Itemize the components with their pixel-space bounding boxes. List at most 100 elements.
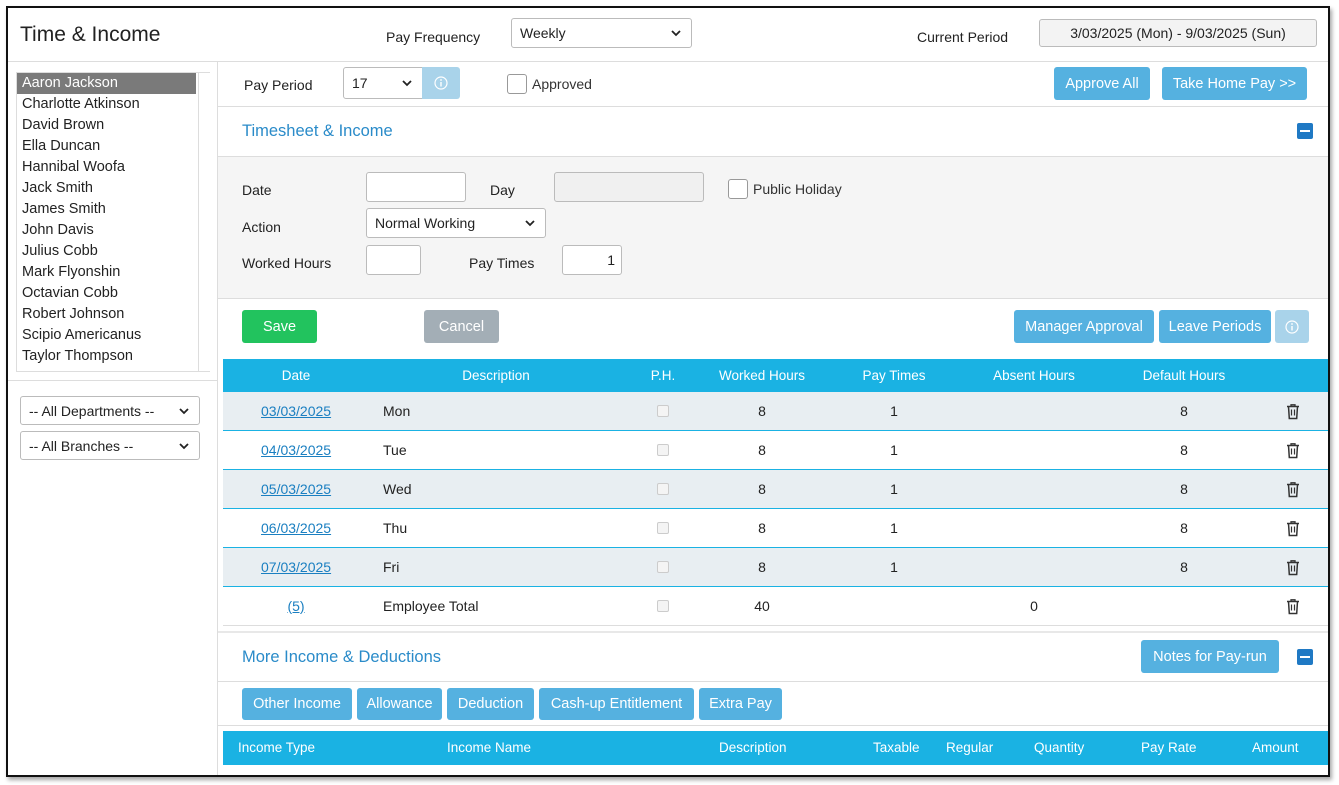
current-period-display: 3/03/2025 (Mon) - 9/03/2025 (Sun) xyxy=(1039,19,1317,47)
row-date-link[interactable]: 07/03/2025 xyxy=(261,548,331,587)
tab-extra-pay[interactable]: Extra Pay xyxy=(699,688,782,720)
employee-list-item[interactable]: Octavian Cobb xyxy=(17,283,196,304)
approved-label: Approved xyxy=(532,76,592,92)
employee-list-item[interactable]: Aaron Jackson xyxy=(17,73,196,94)
row-ph-checkbox xyxy=(657,561,669,573)
employee-list-scrollbar[interactable] xyxy=(198,73,210,371)
branch-filter-select[interactable]: -- All Branches -- xyxy=(20,431,200,460)
app-window: Time & Income Pay Frequency Weekly Curre… xyxy=(6,6,1330,777)
employee-list-item[interactable]: Julius Cobb xyxy=(17,241,196,262)
pay-times-label: Pay Times xyxy=(469,255,535,271)
row-date-link[interactable]: 03/03/2025 xyxy=(261,392,331,431)
employee-list-item[interactable]: Jack Smith xyxy=(17,178,196,199)
row-description: Fri xyxy=(383,559,400,575)
row-worked-hours: 8 xyxy=(758,520,766,536)
current-period-label: Current Period xyxy=(917,29,1009,45)
employee-list-item[interactable]: Scipio Americanus xyxy=(17,325,196,346)
timesheet-row: 06/03/2025 Thu 8 1 8 xyxy=(223,509,1328,548)
trash-icon[interactable] xyxy=(1285,559,1301,576)
day-input xyxy=(554,172,704,202)
trash-icon[interactable] xyxy=(1285,481,1301,498)
pay-period-select[interactable]: 17 xyxy=(343,67,423,99)
employee-list-item[interactable]: John Davis xyxy=(17,220,196,241)
employee-list[interactable]: Aaron Jackson Charlotte Atkinson David Bro… xyxy=(16,72,210,372)
take-home-pay-button[interactable]: Take Home Pay >> xyxy=(1162,67,1307,100)
col-date: Date xyxy=(281,368,311,383)
department-filter-value: -- All Departments -- xyxy=(29,402,155,419)
col-income-type: Income Type xyxy=(238,740,316,755)
header-divider xyxy=(8,61,1328,62)
row-pay-times: 1 xyxy=(890,481,898,497)
row-ph-checkbox xyxy=(657,444,669,456)
pay-times-input-value: 1 xyxy=(607,252,615,268)
row-pay-times: 1 xyxy=(890,559,898,575)
action-select[interactable]: Normal Working xyxy=(366,208,546,238)
row-description: Tue xyxy=(383,442,407,458)
tab-cash-up-entitlement[interactable]: Cash-up Entitlement xyxy=(539,688,694,720)
timesheet-row: 03/03/2025 Mon 8 1 8 xyxy=(223,392,1328,431)
collapse-minus-icon[interactable] xyxy=(1297,123,1313,139)
col-quantity: Quantity xyxy=(1034,740,1085,755)
chevron-down-icon xyxy=(179,442,189,449)
worked-hours-input[interactable] xyxy=(366,245,421,275)
employee-list-item[interactable]: Robert Johnson xyxy=(17,304,196,325)
branch-filter-value: -- All Branches -- xyxy=(29,437,134,454)
trash-icon[interactable] xyxy=(1285,598,1301,615)
col-income-name: Income Name xyxy=(447,740,532,755)
approve-all-button[interactable]: Approve All xyxy=(1054,67,1150,100)
row-default-hours: 8 xyxy=(1180,442,1188,458)
employee-list-item[interactable]: Charlotte Atkinson xyxy=(17,94,196,115)
approved-checkbox[interactable] xyxy=(507,74,527,94)
col-amount: Amount xyxy=(1252,740,1299,755)
info-icon xyxy=(434,76,448,90)
trash-icon[interactable] xyxy=(1285,520,1301,537)
pay-period-info-button[interactable] xyxy=(422,67,460,99)
manager-approval-button[interactable]: Manager Approval xyxy=(1014,310,1154,343)
row-date-link[interactable]: 04/03/2025 xyxy=(261,431,331,470)
row-pay-times: 1 xyxy=(890,442,898,458)
info-icon xyxy=(1285,319,1299,334)
employee-list-item[interactable]: Ella Duncan xyxy=(17,136,196,157)
grid-bottom-divider xyxy=(218,631,1328,633)
tab-other-income[interactable]: Other Income xyxy=(242,688,352,720)
trash-icon[interactable] xyxy=(1285,403,1301,420)
pay-times-input[interactable]: 1 xyxy=(562,245,622,275)
row-description: Mon xyxy=(383,403,411,419)
row-date-link[interactable]: 05/03/2025 xyxy=(261,470,331,509)
department-filter-select[interactable]: -- All Departments -- xyxy=(20,396,200,425)
row-worked-hours: 8 xyxy=(758,403,766,419)
trash-icon[interactable] xyxy=(1285,442,1301,459)
worked-hours-label: Worked Hours xyxy=(242,255,332,271)
leave-periods-button[interactable]: Leave Periods xyxy=(1159,310,1271,343)
employee-list-item[interactable]: David Brown xyxy=(17,115,196,136)
row-default-hours: 8 xyxy=(1180,559,1188,575)
action-value: Normal Working xyxy=(375,215,476,231)
timesheet-row: 07/03/2025 Fri 8 1 8 xyxy=(223,548,1328,587)
col-default-hours: Default Hours xyxy=(1142,368,1226,383)
timesheet-row: 05/03/2025 Wed 8 1 8 xyxy=(223,470,1328,509)
row-description: Thu xyxy=(383,520,408,536)
tab-allowance[interactable]: Allowance xyxy=(357,688,442,720)
public-holiday-checkbox[interactable] xyxy=(728,179,748,199)
save-button[interactable]: Save xyxy=(242,310,317,343)
total-count-link[interactable]: (5) xyxy=(261,587,331,626)
row-ph-checkbox xyxy=(657,600,669,612)
current-period-value: 3/03/2025 (Mon) - 9/03/2025 (Sun) xyxy=(1070,25,1286,41)
date-input[interactable] xyxy=(366,172,466,202)
employee-list-item[interactable]: Hannibal Woofa xyxy=(17,157,196,178)
leave-info-button[interactable] xyxy=(1275,310,1309,343)
row-date-link[interactable]: 06/03/2025 xyxy=(261,509,331,548)
employee-list-item[interactable]: James Smith xyxy=(17,199,196,220)
employee-list-item[interactable]: Taylor Thompson xyxy=(17,346,196,367)
employee-list-item[interactable]: Mark Flyonshin xyxy=(17,262,196,283)
tab-deduction[interactable]: Deduction xyxy=(447,688,534,720)
notes-for-pay-run-button[interactable]: Notes for Pay-run xyxy=(1141,640,1279,673)
chevron-down-icon xyxy=(402,80,412,87)
tabs-divider xyxy=(218,725,1328,726)
col-absent-hours: Absent Hours xyxy=(993,368,1075,383)
pay-frequency-select[interactable]: Weekly xyxy=(511,18,692,48)
row-ph-checkbox xyxy=(657,522,669,534)
col-pay-times: Pay Times xyxy=(862,368,926,383)
cancel-button[interactable]: Cancel xyxy=(424,310,499,343)
collapse-minus-icon[interactable] xyxy=(1297,649,1313,665)
